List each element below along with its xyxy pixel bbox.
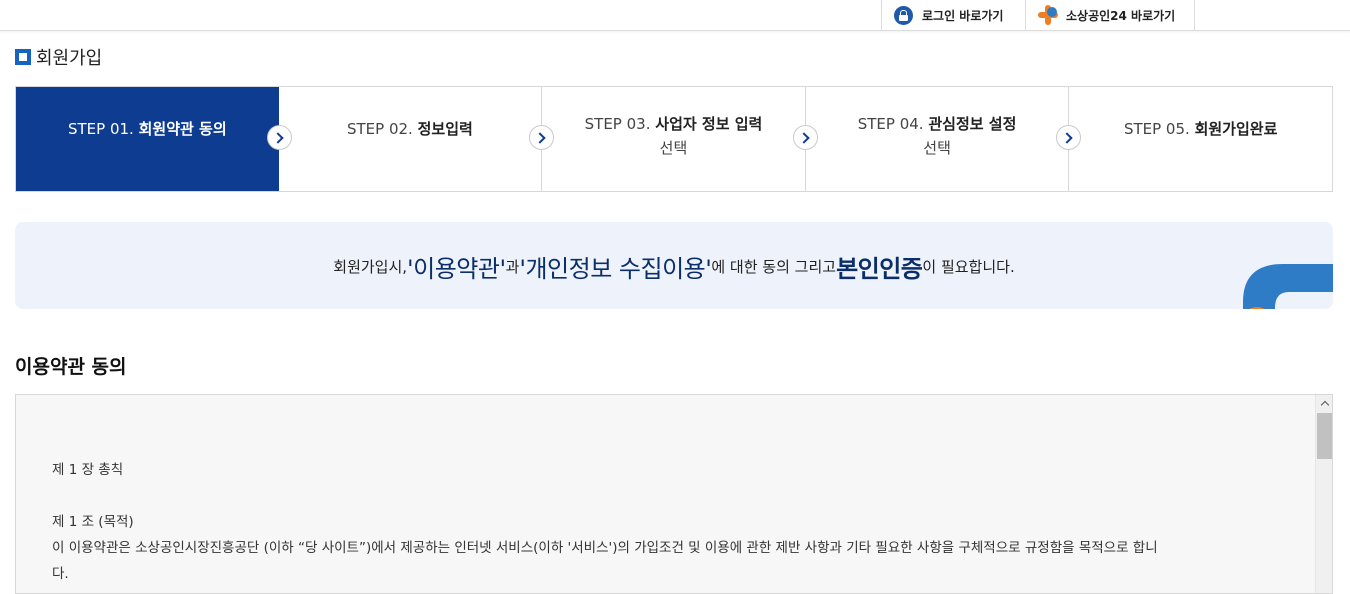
login-shortcut-label: 로그인 바로가기 — [922, 8, 1004, 23]
signup-step-progress: STEP 01. 회원약관 동의 STEP 02. 정보입력 STEP 03. … — [15, 86, 1333, 192]
notice-conjunction-1: 과 — [505, 258, 520, 276]
notice-verification-emphasis: 본인인증 — [836, 255, 923, 283]
step-5-number: STEP 05. — [1123, 120, 1190, 138]
page-header: 회원가입 — [15, 44, 102, 70]
step-5-name: 회원가입완료 — [1194, 120, 1278, 138]
sbiz24-shortcut-link[interactable]: 소상공인24 바로가기 — [1025, 0, 1195, 30]
step-1-name: 회원약관 동의 — [138, 120, 227, 138]
terms-article-body-continued: 다. — [52, 566, 69, 582]
terms-of-use-scrollbox[interactable]: 제 1 장 총칙 제 1 조 (목적) 이 이용약관은 소상공인시장진흥공단 (… — [15, 394, 1333, 594]
step-3: STEP 03. 사업자 정보 입력 선택 — [542, 87, 818, 191]
square-bullet-icon — [15, 49, 31, 65]
notice-conjunction-2: 에 대한 동의 그리고 — [711, 258, 837, 276]
signup-notice-text: 회원가입시, '이용약관' 과 '개인정보 수집이용' 에 대한 동의 그리고 본인… — [15, 222, 1333, 309]
step-2: STEP 02. 정보입력 — [279, 87, 555, 191]
step-5: STEP 05. 회원가입완료 — [1069, 87, 1332, 191]
notice-terms-emphasis: '이용약관' — [407, 255, 506, 283]
step-4-name: 관심정보 설정 — [928, 114, 1017, 133]
step-3-name: 사업자 정보 입력 — [655, 114, 763, 133]
terms-scrollbar[interactable] — [1315, 395, 1332, 593]
chevron-right-icon — [266, 125, 292, 150]
step-4: STEP 04. 관심정보 설정 선택 — [806, 87, 1082, 191]
step-4-label: STEP 04. 관심정보 설정 — [858, 112, 1017, 136]
chevron-right-icon — [792, 125, 818, 150]
sbiz24-logo-icon — [1038, 5, 1058, 25]
page-title: 회원가입 — [36, 48, 103, 69]
signup-notice-banner: 회원가입시, '이용약관' 과 '개인정보 수집이용' 에 대한 동의 그리고 본인… — [15, 222, 1333, 309]
notice-privacy-emphasis: '개인정보 수집이용' — [519, 255, 712, 283]
terms-article-body: 이 이용약관은 소상공인시장진흥공단 (이하 “당 사이트”)에서 제공하는 인… — [52, 540, 1158, 556]
scroll-up-arrow-icon[interactable] — [1316, 395, 1332, 412]
step-4-optional-note: 선택 — [923, 138, 951, 157]
step-2-number: STEP 02. — [346, 120, 413, 138]
terms-section-title: 이용약관 동의 — [15, 356, 127, 378]
step-1: STEP 01. 회원약관 동의 — [16, 87, 292, 191]
login-shortcut-link[interactable]: 로그인 바로가기 — [881, 0, 1026, 30]
step-3-number: STEP 03. — [584, 114, 651, 133]
lock-icon — [894, 5, 913, 25]
step-1-number: STEP 01. — [67, 120, 134, 138]
step-3-optional-note: 선택 — [659, 138, 688, 157]
terms-content: 제 1 장 총칙 제 1 조 (목적) 이 이용약관은 소상공인시장진흥공단 (… — [52, 457, 1282, 587]
banner-decoration-graphic — [1243, 264, 1333, 309]
step-5-label: STEP 05. 회원가입완료 — [1124, 117, 1277, 141]
sbiz24-shortcut-label: 소상공인24 바로가기 — [1066, 8, 1176, 23]
step-2-name: 정보입력 — [417, 120, 473, 138]
step-3-label: STEP 03. 사업자 정보 입력 — [585, 112, 763, 136]
step-4-number: STEP 04. — [857, 114, 924, 133]
terms-article-title: 제 1 조 (목적) — [52, 514, 134, 530]
scroll-thumb[interactable] — [1317, 413, 1332, 459]
step-2-label: STEP 02. 정보입력 — [347, 117, 473, 141]
top-utility-bar: 로그인 바로가기 소상공인24 바로가기 — [0, 0, 1350, 31]
terms-chapter-heading: 제 1 장 총칙 — [52, 462, 124, 478]
notice-suffix: 이 필요합니다. — [922, 258, 1015, 276]
step-1-label: STEP 01. 회원약관 동의 — [68, 117, 227, 141]
notice-prefix: 회원가입시, — [333, 258, 408, 276]
